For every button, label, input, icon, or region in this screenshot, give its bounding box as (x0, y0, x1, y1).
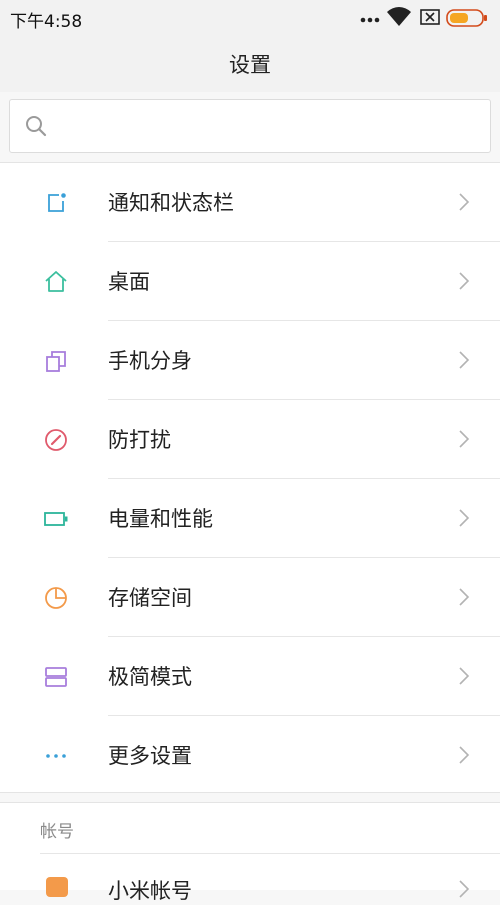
settings-item-battery[interactable]: 电量和性能 (0, 479, 500, 558)
settings-item-label: 桌面 (108, 270, 150, 294)
chevron-right-icon (459, 509, 470, 527)
second-space-icon (46, 351, 66, 372)
chevron-right-icon (459, 880, 470, 898)
settings-item-second-space[interactable]: 手机分身 (0, 321, 500, 400)
settings-item-label: 通知和状态栏 (108, 191, 234, 215)
settings-list: 通知和状态栏 桌面 手机分身 防打扰 电量和性能 存储空间 极简模式 更多设置 (0, 162, 500, 793)
divider (40, 853, 500, 854)
home-icon (45, 271, 67, 292)
wifi-icon (387, 7, 411, 26)
status-bar: 下午4:58 (0, 0, 500, 36)
chevron-right-icon (459, 588, 470, 606)
settings-item-label: 存储空间 (108, 586, 192, 610)
settings-item-label: 防打扰 (108, 428, 171, 452)
title-bar: 设置 (0, 36, 500, 92)
battery-icon (44, 512, 68, 526)
battery-status-icon (446, 9, 487, 27)
settings-item-notifications[interactable]: 通知和状态栏 (0, 163, 500, 242)
section-title: 帐号 (40, 822, 74, 842)
search-input[interactable] (62, 110, 476, 142)
settings-item-storage[interactable]: 存储空间 (0, 558, 500, 637)
settings-item-label: 手机分身 (108, 349, 192, 373)
search-box[interactable] (9, 99, 491, 153)
status-time: 下午4:58 (10, 12, 83, 32)
mi-account-icon (46, 877, 68, 897)
settings-item-label: 小米帐号 (108, 879, 192, 903)
settings-item-label: 极简模式 (108, 665, 192, 689)
settings-item-more-settings[interactable]: 更多设置 (0, 716, 500, 795)
notification-icon (48, 193, 66, 212)
chevron-right-icon (459, 667, 470, 685)
chevron-right-icon (459, 193, 470, 211)
no-sim-icon (420, 9, 440, 25)
settings-item-label: 电量和性能 (108, 507, 213, 531)
page-title: 设置 (229, 53, 271, 77)
chevron-right-icon (459, 351, 470, 369)
account-section: 帐号 小米帐号 (0, 802, 500, 903)
search-icon (26, 116, 47, 137)
settings-item-label: 更多设置 (108, 744, 192, 768)
do-not-disturb-icon (45, 429, 67, 451)
status-icons (360, 6, 490, 30)
signal-dots-icon (360, 17, 380, 23)
chevron-right-icon (459, 272, 470, 290)
more-settings-icon (46, 754, 66, 758)
chevron-right-icon (459, 746, 470, 764)
settings-item-desktop[interactable]: 桌面 (0, 242, 500, 321)
simple-mode-icon (45, 667, 67, 687)
storage-icon (45, 587, 67, 609)
settings-item-do-not-disturb[interactable]: 防打扰 (0, 400, 500, 479)
settings-item-simple-mode[interactable]: 极简模式 (0, 637, 500, 716)
chevron-right-icon (459, 430, 470, 448)
